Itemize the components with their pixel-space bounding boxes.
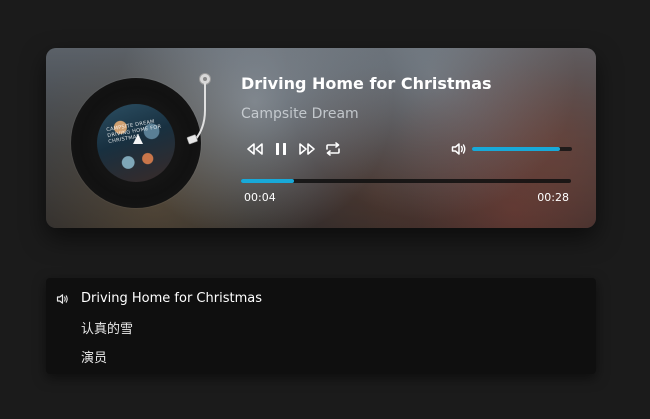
playlist-item-label: Driving Home for Christmas: [81, 291, 262, 306]
fast-forward-icon[interactable]: [298, 140, 316, 158]
volume-icon: [56, 291, 70, 305]
song-title: Driving Home for Christmas: [241, 74, 492, 93]
album-cover: CAMPSITE DREAM DRIVING HOME FOR CHRISTMA…: [97, 104, 175, 182]
playlist-item-renzhen-de-xue[interactable]: 认真的雪: [46, 313, 596, 342]
progress-bar-fill: [241, 179, 294, 183]
rewind-icon[interactable]: [246, 140, 264, 158]
current-time: 00:04: [244, 191, 276, 204]
total-time: 00:28: [537, 191, 569, 204]
playlist-item-driving-home-for-christmas[interactable]: Driving Home for Christmas: [46, 284, 596, 313]
progress-bar[interactable]: [241, 179, 571, 183]
playback-controls: [246, 140, 350, 158]
volume-slider[interactable]: [472, 147, 572, 151]
playlist-item-yanyuan[interactable]: 演员: [46, 342, 596, 371]
music-player: CAMPSITE DREAM DRIVING HOME FOR CHRISTMA…: [46, 48, 596, 228]
volume-slider-fill: [472, 147, 560, 151]
volume-icon[interactable]: [450, 140, 468, 158]
volume-control: [450, 140, 572, 158]
playlist-item-label: 演员: [81, 351, 108, 366]
artist-name: Campsite Dream: [241, 106, 359, 122]
tonearm: [181, 70, 221, 154]
playlist: Driving Home for Christmas 认真的雪 演员: [46, 278, 596, 374]
playlist-item-label: 认真的雪: [81, 322, 134, 337]
pause-icon[interactable]: [272, 140, 290, 158]
album-logo-icon: [133, 134, 143, 144]
repeat-icon[interactable]: [324, 140, 342, 158]
